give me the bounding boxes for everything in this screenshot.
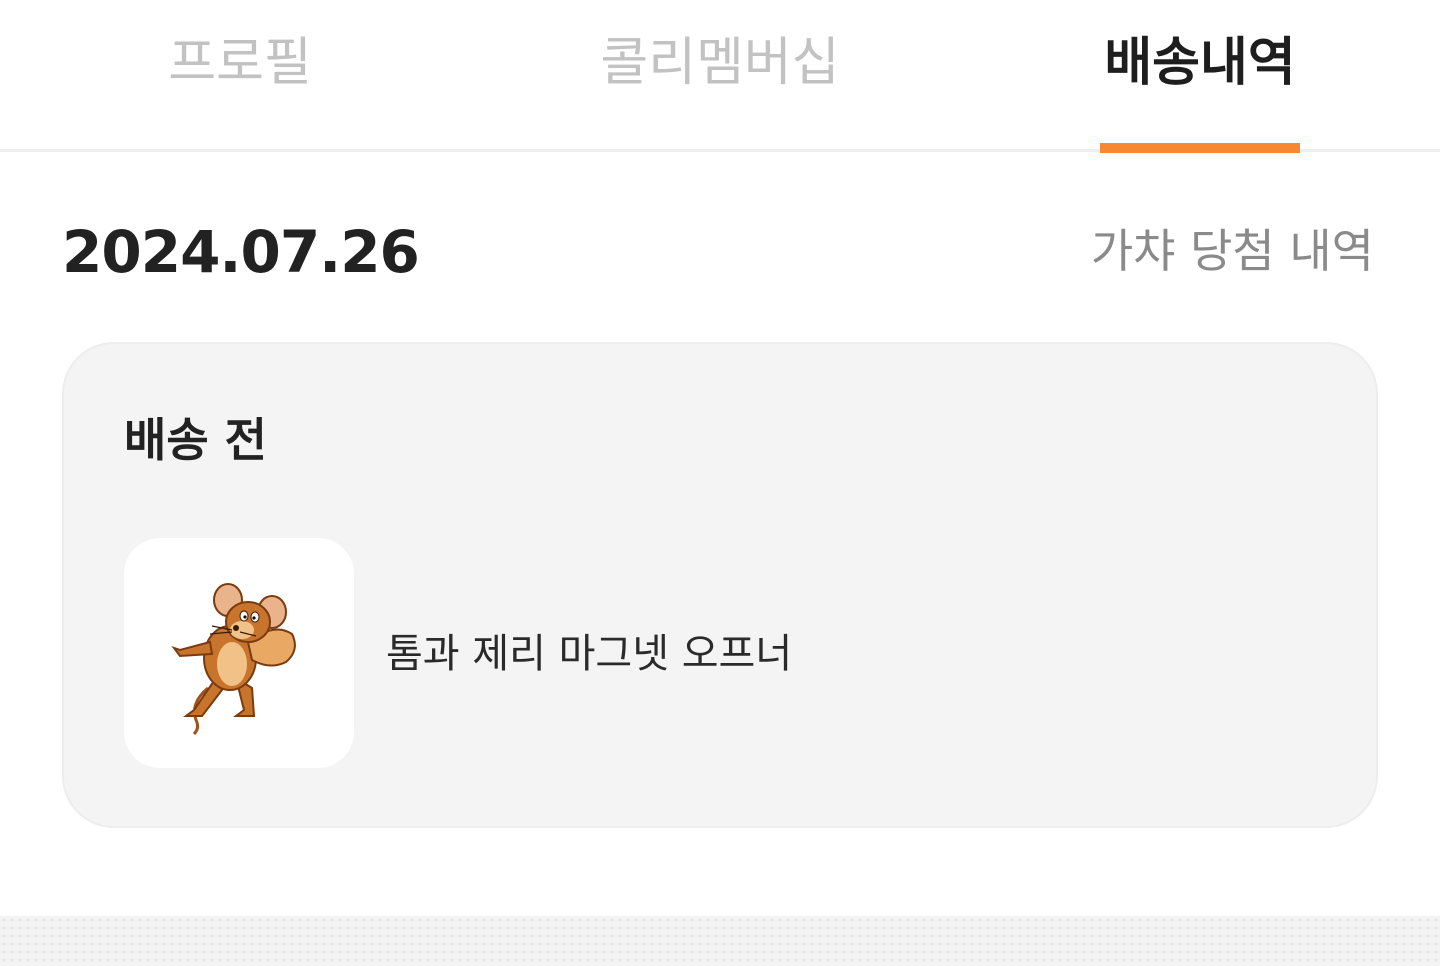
order-date: 2024.07.26 [62,218,420,286]
jerry-mouse-image [171,583,296,736]
product-name[interactable]: 톰과 제리 마그넷 오프너 [386,626,792,682]
order-card[interactable]: 배송 전 톰과 제리 마그넷 오프너 [62,342,1378,828]
tab-delivery-history[interactable]: 배송내역 [1080,28,1320,98]
tab-membership[interactable]: 콜리멤버십 [560,28,880,98]
bottom-divider-strip [0,916,1440,966]
tab-bar: 프로필 콜리멤버십 배송내역 [0,0,1440,152]
active-tab-indicator [1100,143,1300,153]
product-thumbnail[interactable] [124,538,354,768]
tab-profile[interactable]: 프로필 [140,28,340,98]
gacha-win-history-link[interactable]: 가챠 당첨 내역 [1091,218,1374,284]
delivery-status: 배송 전 [124,413,267,467]
